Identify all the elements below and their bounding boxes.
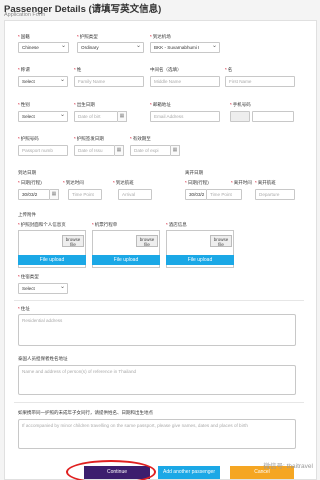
phone-input[interactable] (252, 111, 294, 122)
add-passenger-button[interactable]: Add another passenger (158, 466, 220, 479)
browse-ticket-button[interactable]: browse file (136, 235, 158, 247)
residence-type-label: *住宿类型 (18, 274, 39, 279)
arrival-airport-select[interactable]: BKK - Suvarnabhumi I (150, 42, 220, 53)
browse-passport-button[interactable]: browse file (62, 235, 84, 247)
phone-label: *手机号码 (230, 102, 251, 107)
arrival-flight-input[interactable]: Arrival (118, 189, 152, 200)
divider (14, 300, 304, 301)
departure-flight-label: *离开航班 (255, 180, 276, 185)
passport-number-input[interactable]: Passport numb (18, 145, 68, 156)
upload-passport-label: *护照封面和个人信息页 (18, 222, 66, 227)
middle-name-label: 中间名（选填） (150, 67, 182, 72)
file-upload-passport-button[interactable]: File upload (18, 255, 86, 265)
file-upload-hotel-button[interactable]: File upload (166, 255, 234, 265)
title-label: *称谓 (18, 67, 30, 72)
uploads-heading: 上传附件 (18, 212, 36, 217)
calendar-icon[interactable]: ▦ (118, 111, 127, 122)
passport-type-select[interactable]: Ordinary (77, 42, 144, 53)
departure-section-heading: 离开日期 (185, 170, 203, 175)
passport-type-label: *护照类型 (77, 34, 98, 39)
file-upload-ticket-button[interactable]: File upload (92, 255, 160, 265)
surname-label: *姓 (74, 67, 82, 72)
upload-hotel-label: *酒店信息 (166, 222, 187, 227)
gender-select[interactable]: Select (18, 111, 68, 122)
address-textarea[interactable]: Residential address (18, 314, 296, 346)
given-name-label: *名 (225, 67, 233, 72)
expiry-date-label: *有效期至 (130, 136, 151, 141)
minors-label: 如果携带同一护照的未成年子女同行，请提供姓名、日期和出生地点 (18, 410, 153, 415)
departure-time-input[interactable]: Time Point (206, 189, 242, 200)
dob-input[interactable]: Date of birt (74, 111, 118, 122)
address-label: *住址 (18, 306, 30, 311)
calendar-icon[interactable]: ▦ (115, 145, 124, 156)
expiry-date-input[interactable]: Date of expi (130, 145, 171, 156)
highlight-circle (66, 460, 156, 480)
nationality-label: *国籍 (18, 34, 30, 39)
calendar-icon[interactable]: ▦ (50, 189, 59, 200)
issue-date-input[interactable]: Date of Issu (74, 145, 115, 156)
divider (14, 402, 304, 403)
arrival-flight-label: *到达航班 (113, 180, 134, 185)
title-select[interactable]: Select (18, 76, 68, 87)
calendar-icon[interactable]: ▦ (171, 145, 180, 156)
arrival-time-label: *到达时间 (63, 180, 84, 185)
residence-type-select[interactable]: Select (18, 283, 68, 294)
minors-textarea[interactable]: If accompanied by minor children travell… (18, 419, 296, 449)
gender-label: *性别 (18, 102, 30, 107)
browse-hotel-button[interactable]: browse file (210, 235, 232, 247)
nationality-select[interactable]: Chinese (18, 42, 69, 53)
issue-date-label: *护照签发日期 (74, 136, 104, 141)
page-subtitle: Application Form (4, 12, 46, 18)
email-label: *邮箱地址 (150, 102, 171, 107)
arrival-date-label: *日期(行程) (18, 180, 42, 185)
arrival-time-input[interactable]: Time Point (68, 189, 102, 200)
country-code-select[interactable] (230, 111, 250, 122)
arrival-date-input[interactable]: 30/03/2 (18, 189, 50, 200)
departure-time-label: *离开时间 (231, 180, 252, 185)
reference-textarea[interactable]: Name and address of person(s) of referen… (18, 365, 296, 395)
email-input[interactable]: Email Address (150, 111, 220, 122)
departure-flight-input[interactable]: Departure (255, 189, 295, 200)
given-name-input[interactable]: First Name (225, 76, 295, 87)
watermark-text: 微信号: thaitravel (263, 463, 314, 470)
arrival-airport-label: *到达机场 (150, 34, 171, 39)
passport-number-label: *护照号码 (18, 136, 39, 141)
surname-input[interactable]: Family Name (74, 76, 144, 87)
arrival-section-heading: 到达日期 (18, 170, 36, 175)
departure-date-label: *日期(行程) (185, 180, 209, 185)
upload-ticket-label: *机票行程单 (92, 222, 118, 227)
reference-label: 泰国人员担保者姓名地址 (18, 356, 68, 361)
middle-name-input[interactable]: Middle Name (150, 76, 220, 87)
dob-label: *出生日期 (74, 102, 95, 107)
